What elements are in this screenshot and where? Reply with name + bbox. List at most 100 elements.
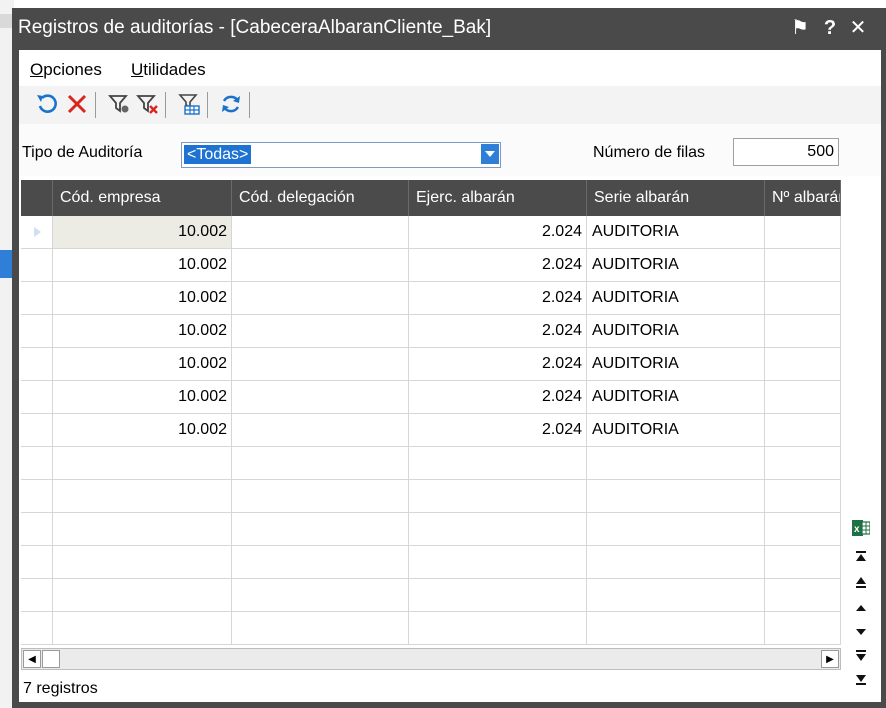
row-selector[interactable] <box>21 480 53 512</box>
column-header-ejerc-albaran[interactable]: Ejerc. albarán <box>409 180 587 216</box>
row-selector[interactable] <box>21 546 53 578</box>
empty-table-row[interactable] <box>21 447 841 480</box>
cell-cod-delegacion[interactable] <box>232 447 409 479</box>
menu-utilidades[interactable]: Utilidades <box>131 60 206 80</box>
cell-cod-empresa[interactable] <box>53 513 232 545</box>
help-icon[interactable]: ? <box>818 14 842 42</box>
cell-cod-delegacion[interactable] <box>232 249 409 281</box>
cell-cod-empresa[interactable]: 10.002 <box>53 381 232 413</box>
column-header-n-albaran[interactable]: Nº albarán <box>765 180 841 216</box>
cell-n-albaran[interactable] <box>765 348 841 380</box>
cell-cod-delegacion[interactable] <box>232 381 409 413</box>
cell-serie-albaran[interactable]: AUDITORIA <box>587 216 765 248</box>
row-selector[interactable] <box>21 348 53 380</box>
numero-filas-input[interactable]: 500 <box>733 138 839 166</box>
row-selector[interactable] <box>21 315 53 347</box>
previous-record-icon[interactable] <box>851 598 871 618</box>
cell-cod-delegacion[interactable] <box>232 282 409 314</box>
next-page-icon[interactable] <box>851 646 871 666</box>
cell-n-albaran[interactable] <box>765 546 841 578</box>
row-selector[interactable] <box>21 249 53 281</box>
table-row[interactable]: 10.002 2.024 AUDITORIA <box>21 348 841 381</box>
menu-opciones[interactable]: Opciones <box>30 60 102 80</box>
row-selector[interactable] <box>21 216 53 248</box>
cell-serie-albaran[interactable]: AUDITORIA <box>587 315 765 347</box>
cell-ejerc-albaran[interactable] <box>409 513 587 545</box>
cell-cod-empresa[interactable] <box>53 579 232 611</box>
cell-ejerc-albaran[interactable]: 2.024 <box>409 414 587 446</box>
row-selector[interactable] <box>21 513 53 545</box>
filter-edit-icon[interactable] <box>105 89 133 119</box>
cell-n-albaran[interactable] <box>765 282 841 314</box>
cell-n-albaran[interactable] <box>765 579 841 611</box>
cell-serie-albaran[interactable] <box>587 612 765 644</box>
cell-ejerc-albaran[interactable]: 2.024 <box>409 381 587 413</box>
cell-cod-delegacion[interactable] <box>232 414 409 446</box>
cell-cod-empresa[interactable]: 10.002 <box>53 414 232 446</box>
cell-cod-delegacion[interactable] <box>232 480 409 512</box>
row-selector[interactable] <box>21 282 53 314</box>
refresh-icon[interactable] <box>217 89 245 119</box>
cell-serie-albaran[interactable] <box>587 513 765 545</box>
cell-cod-delegacion[interactable] <box>232 216 409 248</box>
scroll-thumb[interactable] <box>42 650 60 668</box>
empty-table-row[interactable] <box>21 546 841 579</box>
row-selector[interactable] <box>21 579 53 611</box>
table-row[interactable]: 10.002 2.024 AUDITORIA <box>21 216 841 249</box>
cell-serie-albaran[interactable] <box>587 480 765 512</box>
cell-n-albaran[interactable] <box>765 414 841 446</box>
cell-cod-empresa[interactable]: 10.002 <box>53 315 232 347</box>
empty-table-row[interactable] <box>21 513 841 546</box>
filter-table-icon[interactable] <box>175 89 203 119</box>
empty-table-row[interactable] <box>21 612 841 645</box>
cell-cod-empresa[interactable]: 10.002 <box>53 216 232 248</box>
cell-n-albaran[interactable] <box>765 513 841 545</box>
column-header-cod-empresa[interactable]: Cód. empresa <box>53 180 232 216</box>
table-row[interactable]: 10.002 2.024 AUDITORIA <box>21 315 841 348</box>
cell-cod-empresa[interactable] <box>53 447 232 479</box>
table-row[interactable]: 10.002 2.024 AUDITORIA <box>21 249 841 282</box>
cell-ejerc-albaran[interactable]: 2.024 <box>409 315 587 347</box>
close-icon[interactable]: ✕ <box>846 14 870 42</box>
cell-serie-albaran[interactable]: AUDITORIA <box>587 282 765 314</box>
row-selector[interactable] <box>21 447 53 479</box>
column-header-serie-albaran[interactable]: Serie albarán <box>587 180 765 216</box>
row-selector[interactable] <box>21 381 53 413</box>
cell-n-albaran[interactable] <box>765 447 841 479</box>
cell-cod-delegacion[interactable] <box>232 546 409 578</box>
next-record-icon[interactable] <box>851 622 871 642</box>
cell-n-albaran[interactable] <box>765 612 841 644</box>
cell-ejerc-albaran[interactable] <box>409 579 587 611</box>
title-bar[interactable]: Registros de auditorías - [CabeceraAlbar… <box>12 8 886 50</box>
empty-table-row[interactable] <box>21 480 841 513</box>
cell-ejerc-albaran[interactable] <box>409 546 587 578</box>
cell-cod-empresa[interactable] <box>53 612 232 644</box>
cell-cod-delegacion[interactable] <box>232 348 409 380</box>
cell-serie-albaran[interactable]: AUDITORIA <box>587 414 765 446</box>
cell-cod-empresa[interactable]: 10.002 <box>53 249 232 281</box>
cell-cod-empresa[interactable] <box>53 480 232 512</box>
last-record-icon[interactable] <box>851 670 871 690</box>
tipo-auditoria-select[interactable]: <Todas> <box>181 142 501 168</box>
cell-ejerc-albaran[interactable] <box>409 612 587 644</box>
chevron-down-icon[interactable] <box>481 144 499 164</box>
cell-serie-albaran[interactable] <box>587 447 765 479</box>
horizontal-scrollbar[interactable]: ◀ ▶ <box>21 648 841 670</box>
filter-clear-icon[interactable] <box>133 89 161 119</box>
scroll-right-icon[interactable]: ▶ <box>821 650 839 668</box>
scroll-left-icon[interactable]: ◀ <box>23 650 41 668</box>
cell-ejerc-albaran[interactable]: 2.024 <box>409 216 587 248</box>
cell-n-albaran[interactable] <box>765 480 841 512</box>
cell-ejerc-albaran[interactable] <box>409 447 587 479</box>
cell-serie-albaran[interactable] <box>587 546 765 578</box>
empty-table-row[interactable] <box>21 579 841 612</box>
cell-n-albaran[interactable] <box>765 381 841 413</box>
table-row[interactable]: 10.002 2.024 AUDITORIA <box>21 282 841 315</box>
previous-page-icon[interactable] <box>851 572 871 592</box>
first-record-icon[interactable] <box>851 546 871 566</box>
cell-cod-delegacion[interactable] <box>232 612 409 644</box>
cell-ejerc-albaran[interactable]: 2.024 <box>409 249 587 281</box>
delete-icon[interactable] <box>63 89 91 119</box>
cell-serie-albaran[interactable]: AUDITORIA <box>587 348 765 380</box>
cell-cod-delegacion[interactable] <box>232 315 409 347</box>
